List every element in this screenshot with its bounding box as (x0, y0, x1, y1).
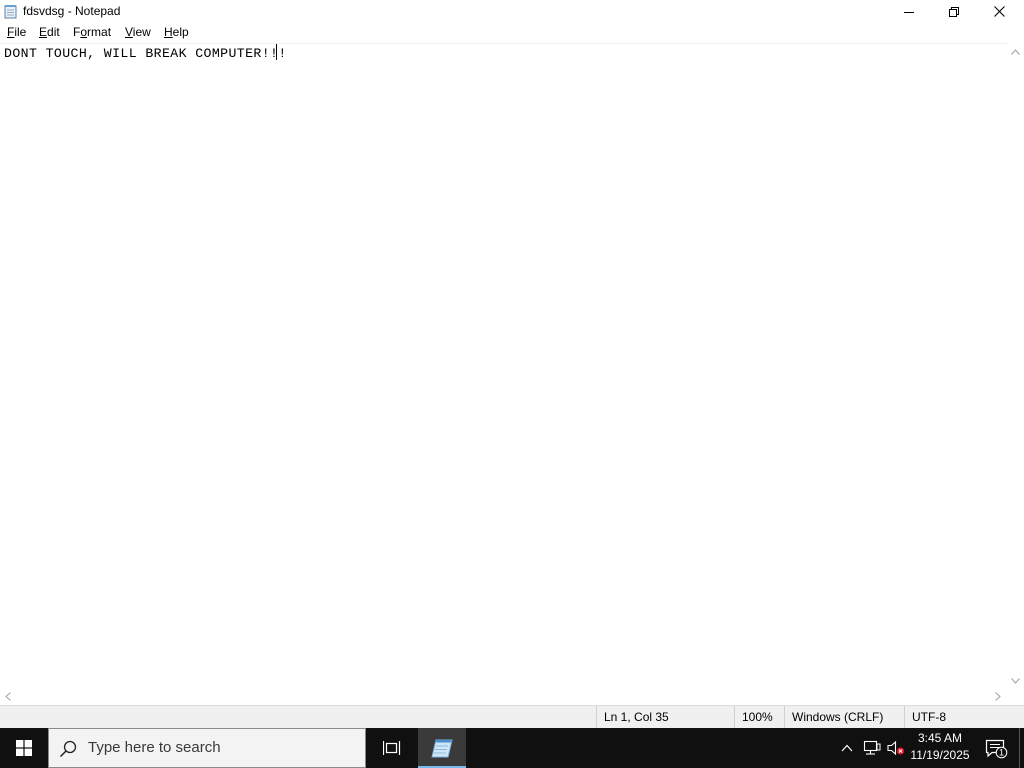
scroll-up-arrow-icon[interactable] (1011, 48, 1020, 57)
menu-file[interactable]: File (7, 25, 26, 39)
restore-icon (949, 6, 959, 17)
action-center-icon: 1 (985, 739, 1008, 759)
close-icon (993, 6, 1005, 17)
task-view-icon (383, 741, 401, 755)
notepad-icon (4, 4, 18, 19)
status-encoding: UTF-8 (904, 706, 1024, 728)
volume-button[interactable] (884, 728, 908, 768)
scrollbar-corner (1007, 688, 1024, 705)
horizontal-scrollbar[interactable] (0, 688, 1007, 705)
editor-content[interactable]: DONT TOUCH, WILL BREAK COMPUTER!!! (4, 45, 287, 62)
taskbar-clock[interactable]: 3:45 AM 11/19/2025 (906, 730, 974, 766)
taskbar-notepad-button[interactable] (418, 728, 466, 768)
network-button[interactable] (860, 728, 884, 768)
vertical-scrollbar[interactable] (1007, 43, 1024, 688)
taskbar: 3:45 AM 11/19/2025 1 (0, 728, 1024, 768)
menu-view[interactable]: View (125, 25, 151, 39)
chevron-up-icon (841, 744, 853, 752)
menu-help[interactable]: Help (164, 25, 189, 39)
task-view-button[interactable] (368, 728, 416, 768)
volume-muted-icon (887, 740, 905, 756)
start-button[interactable] (0, 728, 48, 768)
notification-count: 1 (999, 748, 1004, 758)
menu-bar: File Edit Format View Help (0, 23, 1024, 42)
show-hidden-icons-button[interactable] (836, 728, 858, 768)
show-desktop-button[interactable] (1019, 728, 1024, 768)
text-editor[interactable]: DONT TOUCH, WILL BREAK COMPUTER!!! (0, 43, 1007, 689)
search-input[interactable] (88, 729, 358, 767)
minimize-icon (904, 11, 914, 13)
scroll-down-arrow-icon[interactable] (1011, 677, 1020, 686)
scroll-left-arrow-icon[interactable] (5, 692, 11, 703)
notepad-icon (431, 739, 453, 758)
window-title: fdsvdsg - Notepad (23, 4, 121, 18)
clock-date: 11/19/2025 (910, 748, 970, 762)
restore-button[interactable] (931, 0, 977, 23)
status-line-ending: Windows (CRLF) (784, 706, 904, 728)
network-icon (863, 740, 881, 755)
taskbar-search-box[interactable] (48, 728, 366, 768)
close-button[interactable] (976, 0, 1022, 23)
status-zoom: 100% (734, 706, 784, 728)
minimize-button[interactable] (886, 0, 932, 23)
title-bar[interactable]: fdsvdsg - Notepad (0, 0, 1024, 23)
clock-time: 3:45 AM (917, 731, 963, 745)
action-center-button[interactable]: 1 (978, 728, 1014, 768)
status-position: Ln 1, Col 35 (596, 706, 734, 728)
search-icon (59, 740, 77, 761)
menu-format[interactable]: Format (73, 25, 111, 39)
text-caret (276, 44, 277, 60)
status-bar: Ln 1, Col 35 100% Windows (CRLF) UTF-8 (0, 705, 1024, 728)
scroll-right-arrow-icon[interactable] (995, 692, 1001, 703)
menu-edit[interactable]: Edit (39, 25, 60, 39)
windows-logo-icon (16, 740, 32, 756)
